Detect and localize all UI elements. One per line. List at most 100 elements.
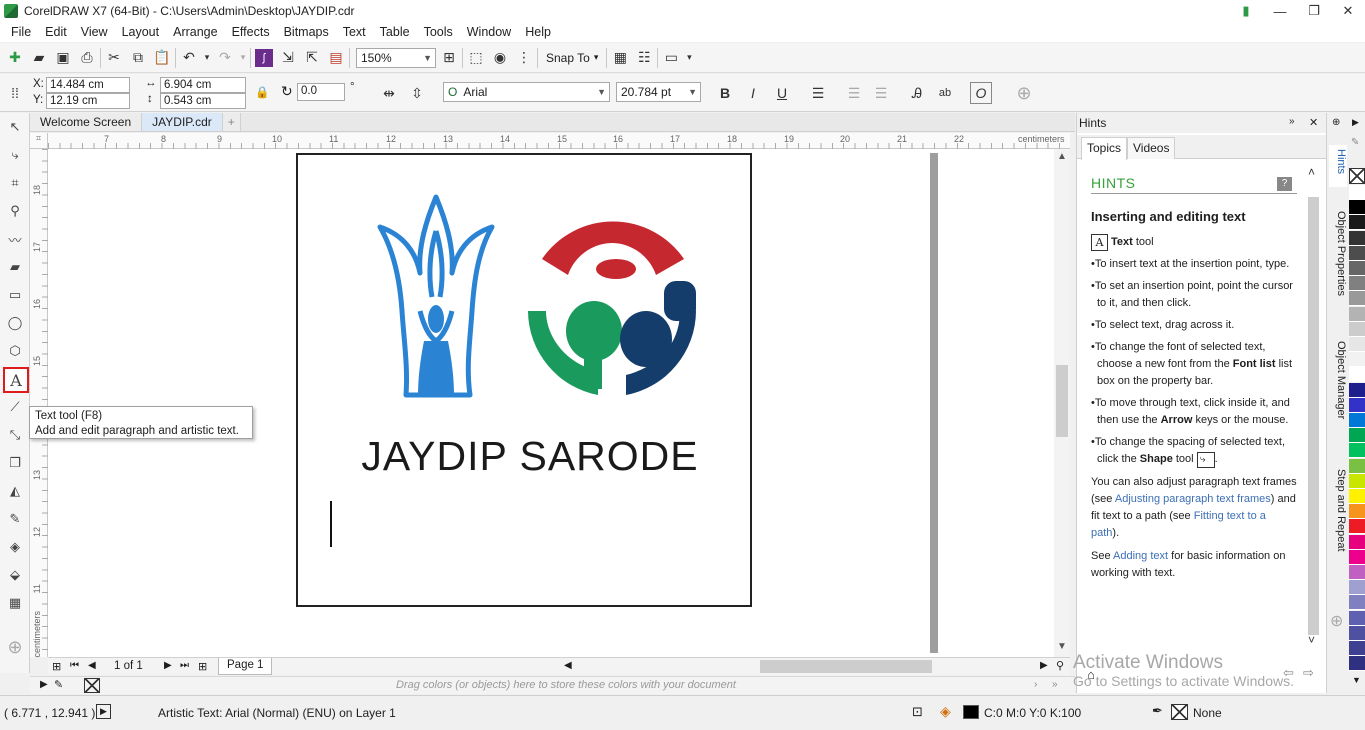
menu-edit[interactable]: Edit <box>38 25 74 39</box>
prev-page-icon[interactable]: ◀ <box>88 660 96 671</box>
drawing-canvas[interactable]: JAYDIP SARODE <box>48 149 1054 657</box>
link-adjusting-paragraph-text-frames[interactable]: Adjusting paragraph text frames <box>1115 493 1271 505</box>
horizontal-ruler[interactable]: 7 8 9 10 11 12 13 14 15 16 17 18 19 20 2… <box>48 133 1070 149</box>
forward-icon[interactable]: ⇨ <box>1303 665 1314 681</box>
color-swatch[interactable] <box>1349 352 1365 368</box>
welcome-screen-icon[interactable]: ▦ <box>609 47 631 69</box>
mirror-vertical-icon[interactable]: ⇳ <box>406 82 428 104</box>
palette-scroll-up-icon[interactable]: ▶ <box>1352 117 1359 128</box>
add-page-after-icon[interactable]: ⊞ <box>198 660 207 673</box>
color-swatch[interactable] <box>1349 413 1365 428</box>
shape-tool-icon[interactable]: ⤷ <box>4 144 26 166</box>
object-origin-icon[interactable]: ⁞⁞ <box>4 82 26 104</box>
paste-icon[interactable]: 📋 <box>151 47 173 69</box>
outline-color-swatch[interactable] <box>1171 704 1188 720</box>
scroll-left-icon[interactable]: ◀ <box>564 660 572 671</box>
width-field[interactable]: 6.904 cm <box>160 77 246 93</box>
menu-text[interactable]: Text <box>336 25 373 39</box>
first-page-icon[interactable]: ⏮ <box>70 660 79 671</box>
color-proof-icon[interactable]: ⊡ <box>912 704 923 720</box>
zoom-tool-icon[interactable]: ⚲ <box>4 200 26 222</box>
edit-text-icon[interactable]: ab <box>934 82 956 104</box>
menu-effects[interactable]: Effects <box>225 25 277 39</box>
color-swatch[interactable] <box>1349 185 1365 200</box>
print-icon[interactable]: ⎙ <box>76 47 98 69</box>
artistic-text-name[interactable]: JAYDIP SARODE <box>350 433 710 480</box>
tray-eyedropper-icon[interactable]: ✎ <box>54 678 63 691</box>
scroll-up-icon[interactable]: ▲ <box>1057 151 1067 162</box>
smart-drawing-icon[interactable]: ⬙ <box>4 564 26 586</box>
text-frame-icon[interactable]: O <box>970 82 992 104</box>
zoom-level-combo[interactable]: 150% ▼ <box>356 47 436 68</box>
menu-file[interactable]: File <box>4 25 38 39</box>
tab-step-and-repeat[interactable]: Step and Repeat <box>1329 469 1347 579</box>
y-position-field[interactable]: 12.19 cm <box>46 93 130 109</box>
scroll-right-icon[interactable]: ▶ <box>1040 660 1048 671</box>
menu-help[interactable]: Help <box>518 25 558 39</box>
bullet-list-icon[interactable]: ☰ <box>843 82 865 104</box>
docker-expand-icon[interactable]: » <box>1289 116 1295 127</box>
palette-eyedropper-icon[interactable]: ✎ <box>1351 137 1359 148</box>
options-icon[interactable]: ☷ <box>633 47 655 69</box>
redo-icon[interactable]: ↷ <box>214 47 236 69</box>
add-tool-icon[interactable]: ⊕ <box>1013 82 1035 104</box>
hints-scroll-thumb[interactable] <box>1308 197 1319 635</box>
tab-videos[interactable]: Videos <box>1127 137 1176 159</box>
color-swatch[interactable] <box>1349 610 1365 626</box>
interactive-fill-icon[interactable]: ◈ <box>4 536 26 558</box>
menu-view[interactable]: View <box>74 25 115 39</box>
tab-jaydip-cdr[interactable]: JAYDIP.cdr <box>142 113 223 131</box>
search-content-icon[interactable]: ʃ <box>255 48 273 67</box>
emblem-logo[interactable] <box>374 191 498 403</box>
freehand-tool-icon[interactable]: 〰 <box>4 228 26 250</box>
font-list-combo[interactable]: O Arial ▼ <box>443 82 610 102</box>
tab-welcome-screen[interactable]: Welcome Screen <box>30 113 143 131</box>
color-swatch[interactable] <box>1349 549 1365 565</box>
color-swatch[interactable] <box>1349 443 1365 459</box>
font-size-combo[interactable]: 20.784 pt ▼ <box>616 82 701 102</box>
tray-scroll-right-icon[interactable]: › <box>1034 679 1037 690</box>
color-swatch[interactable] <box>1349 641 1365 656</box>
color-swatch[interactable] <box>1349 215 1365 231</box>
color-swatch[interactable] <box>1349 306 1365 322</box>
document-page[interactable]: JAYDIP SARODE <box>296 153 752 607</box>
pick-tool-icon[interactable]: ↖ <box>4 116 26 138</box>
connector-tool-icon[interactable]: ⤡ <box>4 424 26 446</box>
export-icon[interactable]: ⇱ <box>301 47 323 69</box>
undo-icon[interactable]: ↶ <box>178 47 200 69</box>
color-swatch[interactable] <box>1349 321 1365 337</box>
scroll-up-icon[interactable]: ˄ <box>1308 165 1315 179</box>
save-icon[interactable]: ▣ <box>52 47 74 69</box>
color-swatch[interactable] <box>1349 458 1365 474</box>
add-docker-icon[interactable]: ⊕ <box>1330 611 1343 631</box>
color-swatch[interactable] <box>1349 625 1365 641</box>
tab-object-manager[interactable]: Object Manager <box>1329 341 1347 449</box>
add-page-before-icon[interactable]: ⊞ <box>52 660 61 673</box>
copy-icon[interactable]: ⧉ <box>127 47 149 69</box>
text-properties-icon[interactable]: Ꭿ <box>906 82 928 104</box>
smart-fill-icon[interactable]: ▰ <box>4 256 26 278</box>
color-swatch[interactable] <box>1349 428 1365 444</box>
mirror-horizontal-icon[interactable]: ⇹ <box>378 82 400 104</box>
scroll-down-icon[interactable]: ▼ <box>1057 641 1067 652</box>
docker-pin-icon[interactable]: ⊕ <box>1332 117 1340 128</box>
color-swatch[interactable] <box>1349 200 1365 216</box>
page-tab[interactable]: Page 1 <box>218 658 273 675</box>
color-swatch[interactable] <box>1349 489 1365 504</box>
color-eyedropper-icon[interactable]: ✎ <box>4 508 26 530</box>
menu-arrange[interactable]: Arrange <box>166 25 224 39</box>
underline-icon[interactable]: U <box>771 82 793 104</box>
color-swatch[interactable] <box>1349 595 1365 611</box>
rectangle-tool-icon[interactable]: ▭ <box>4 284 26 306</box>
document-palette-tray[interactable]: ▶ ✎ Drag colors (or objects) here to sto… <box>30 676 1075 694</box>
open-folder-icon[interactable]: ▰ <box>28 47 50 69</box>
menu-bitmaps[interactable]: Bitmaps <box>277 25 336 39</box>
color-swatch[interactable] <box>1349 276 1365 292</box>
tricolor-circle-logo[interactable] <box>524 195 700 399</box>
color-swatch[interactable] <box>1349 291 1365 307</box>
show-rulers-icon[interactable]: ◉ <box>489 47 511 69</box>
snap-to-menu[interactable]: Snap To ▾ <box>540 51 604 65</box>
tab-hints[interactable]: Hints <box>1329 145 1347 187</box>
drop-shadow-icon[interactable]: ❐ <box>4 452 26 474</box>
mesh-fill-icon[interactable]: ▦ <box>4 592 26 614</box>
